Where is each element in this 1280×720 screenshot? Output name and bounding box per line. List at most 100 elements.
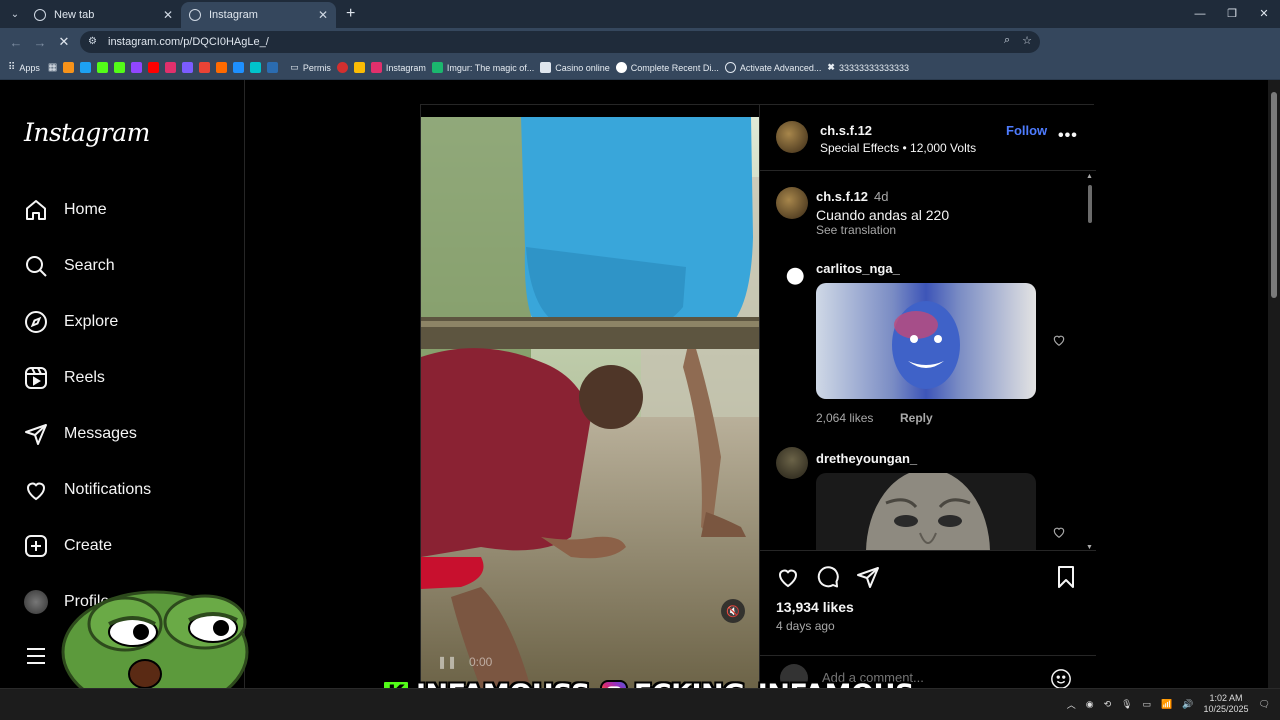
bookmark-instagram[interactable]: Instagram [370, 62, 426, 73]
zoom-icon[interactable]: ⌕ [1004, 34, 1010, 47]
address-bar[interactable]: ⚙ instagram.com/p/DQCI0HAgLe_/ ⌕ ☆ [80, 31, 1040, 53]
caption-author[interactable]: ch.s.f.12 4d [816, 189, 889, 204]
comment-icon[interactable] [816, 565, 840, 589]
bookmark-favicon[interactable] [199, 62, 211, 73]
tab-instagram[interactable]: Instagram ✕ [181, 2, 336, 28]
bookmark-label: Instagram [385, 62, 426, 73]
display-icon[interactable]: ▭ [1143, 699, 1152, 710]
bookmark-apps[interactable]: ⠿ Apps [8, 62, 40, 73]
sync-icon[interactable]: ⟲ [1104, 699, 1112, 710]
comment-gif[interactable] [816, 283, 1036, 399]
page-scrollbar[interactable] [1268, 80, 1280, 688]
pause-icon[interactable]: ❚❚ [437, 655, 457, 669]
sidebar-item-label: Create [64, 537, 113, 554]
comment-likes[interactable]: 2,064 likes [816, 411, 873, 425]
scroll-up-icon[interactable]: ▲ [1086, 173, 1093, 180]
sidebar-item-notifications[interactable]: Notifications [24, 475, 151, 505]
mute-icon[interactable]: 🔇 [721, 599, 745, 623]
bookmark-favicon[interactable] [97, 62, 109, 73]
avatar[interactable] [776, 257, 808, 289]
comments-scrollbar[interactable]: ▲ ▼ [1086, 173, 1094, 550]
restore-icon[interactable]: ❐ [1216, 0, 1248, 28]
notifications-icon[interactable]: 🗨 [1259, 699, 1270, 710]
bookmark-grid-icon[interactable]: ▦ [48, 62, 57, 73]
minimize-icon[interactable]: — [1184, 0, 1216, 28]
bookmark-favicon[interactable] [353, 62, 365, 73]
bookmark-favicon[interactable] [233, 62, 245, 73]
bookmark-github[interactable]: Complete Recent Di... [615, 62, 719, 73]
comment-username[interactable]: dretheyoungan_ [816, 451, 917, 466]
clock[interactable]: 1:02 AM 10/25/2025 [1204, 693, 1249, 715]
bookmark-favicon[interactable] [336, 62, 348, 73]
tab-search-button[interactable]: ⌄ [4, 4, 26, 24]
save-icon[interactable] [1054, 565, 1078, 589]
sidebar-item-reels[interactable]: Reels [24, 363, 105, 393]
follow-button[interactable]: Follow [1006, 123, 1047, 138]
tab-new-tab[interactable]: New tab ✕ [26, 2, 181, 28]
new-tab-button[interactable]: + [346, 5, 355, 23]
sidebar-item-create[interactable]: Create [24, 531, 112, 561]
sidebar-item-home[interactable]: Home [24, 195, 107, 225]
comment-gif[interactable] [816, 473, 1036, 550]
sidebar-item-search[interactable]: Search [24, 251, 115, 281]
wifi-icon[interactable]: 📶 [1161, 699, 1172, 710]
sidebar-item-explore[interactable]: Explore [24, 307, 118, 337]
post-side-panel: ch.s.f.12 Special Effects • 12,000 Volts… [759, 105, 1096, 688]
likes-count[interactable]: 13,934 likes [776, 599, 854, 615]
comment-like-icon[interactable] [1052, 333, 1066, 347]
home-icon [26, 200, 46, 220]
author-avatar[interactable] [776, 121, 808, 153]
author-username[interactable]: ch.s.f.12 [820, 123, 872, 138]
bookmark-numbers[interactable]: ✖ 33333333333333 [827, 62, 909, 73]
bookmark-favicon[interactable] [80, 62, 92, 73]
post-actions: 13,934 likes 4 days ago Add a comment... [760, 550, 1096, 688]
bookmark-star-icon[interactable]: ☆ [1022, 34, 1032, 47]
sidebar-item-more[interactable] [24, 641, 48, 671]
comment-like-icon[interactable] [1052, 525, 1066, 539]
bookmark-folder-permis[interactable]: ▭ Permis [290, 62, 331, 73]
caption-time: 4d [874, 189, 889, 204]
more-options-icon[interactable]: ••• [1058, 127, 1078, 145]
close-tab-icon[interactable]: ✕ [318, 8, 328, 22]
bookmark-favicon[interactable] [148, 62, 160, 73]
comment-username[interactable]: carlitos_nga_ [816, 261, 900, 276]
caption-username[interactable]: ch.s.f.12 [816, 189, 868, 204]
bookmark-activate[interactable]: Activate Advanced... [724, 62, 821, 73]
discord-icon[interactable]: ◉ [1086, 699, 1094, 710]
back-icon[interactable]: ← [4, 35, 28, 50]
bookmark-favicon[interactable] [182, 62, 194, 73]
like-icon[interactable] [776, 565, 800, 589]
see-translation-link[interactable]: See translation [816, 223, 896, 237]
bookmark-favicon[interactable] [267, 62, 279, 73]
bookmark-favicon[interactable] [63, 62, 75, 73]
avatar[interactable] [776, 447, 808, 479]
scrollbar-thumb[interactable] [1088, 185, 1092, 223]
hamburger-icon [27, 648, 45, 664]
share-icon[interactable] [856, 565, 880, 589]
bookmark-favicon[interactable] [250, 62, 262, 73]
site-info-icon[interactable]: ⚙ [88, 37, 100, 47]
forward-icon[interactable]: → [28, 35, 52, 50]
instagram-icon [370, 62, 382, 73]
volume-icon[interactable]: 🔊 [1182, 699, 1193, 710]
reply-button[interactable]: Reply [900, 411, 933, 425]
emoji-icon[interactable] [1050, 668, 1072, 688]
post-video[interactable]: 🔇 ❚❚ 0:00 [421, 117, 759, 688]
close-tab-icon[interactable]: ✕ [163, 8, 173, 22]
stop-loading-icon[interactable]: ✕ [52, 34, 76, 50]
sidebar-item-messages[interactable]: Messages [24, 419, 137, 449]
close-window-icon[interactable]: ✕ [1248, 0, 1280, 28]
tray-overflow-icon[interactable]: ︿ [1067, 698, 1076, 711]
instagram-logo[interactable]: Instagram [24, 118, 150, 147]
bookmark-casino[interactable]: Casino online [540, 62, 610, 73]
audio-attribution[interactable]: Special Effects • 12,000 Volts [820, 141, 976, 155]
bookmark-favicon[interactable] [114, 62, 126, 73]
microphone-icon[interactable]: 🎙 [1121, 699, 1132, 710]
scrollbar-thumb[interactable] [1271, 92, 1277, 298]
bookmark-favicon[interactable] [165, 62, 177, 73]
avatar[interactable] [776, 187, 808, 219]
bookmark-favicon[interactable] [131, 62, 143, 73]
sidebar-item-label: Explore [64, 313, 119, 330]
bookmark-favicon[interactable] [216, 62, 228, 73]
bookmark-imgur[interactable]: Imgur: The magic of... [431, 62, 534, 73]
